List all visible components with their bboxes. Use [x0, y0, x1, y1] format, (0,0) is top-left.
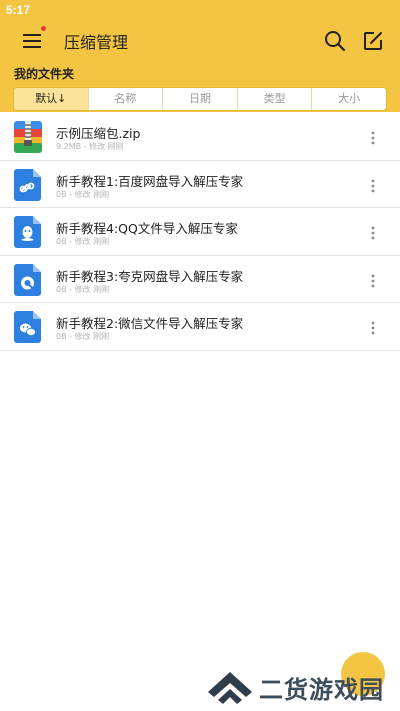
header: 5:17 压缩管理 我的文件夹 默认↓ 名称 日期 类型 大小 — [0, 0, 400, 112]
file-row[interactable]: 新手教程2:微信文件导入解压专家 0B - 修改 刚刚 — [0, 303, 400, 351]
file-row[interactable]: 示例压缩包.zip 9.2MB - 修改 刚刚 — [0, 113, 400, 161]
status-bar-time: 5:17 — [6, 3, 31, 17]
file-meta: 0B - 修改 刚刚 — [56, 284, 110, 294]
file-row[interactable]: 新手教程3:夸克网盘导入解压专家 0B - 修改 刚刚 — [0, 256, 400, 303]
file-name: 示例压缩包.zip — [56, 126, 141, 141]
hamburger-menu-icon — [23, 34, 41, 48]
search-icon — [325, 31, 346, 52]
sort-tab-name[interactable]: 名称 — [87, 88, 163, 110]
sort-tab-default[interactable]: 默认↓ — [14, 88, 88, 110]
more-vertical-icon — [371, 321, 375, 335]
file-name: 新手教程1:百度网盘导入解压专家 — [56, 173, 244, 189]
file-meta: 0B - 修改 刚刚 — [56, 332, 110, 341]
watermark-logo-icon — [208, 672, 252, 704]
file-meta: 0B - 修改 刚刚 — [56, 189, 110, 199]
sort-tab-type[interactable]: 类型 — [236, 88, 312, 110]
sort-tab-date[interactable]: 日期 — [162, 88, 237, 110]
file-name: 新手教程3:夸克网盘导入解压专家 — [56, 268, 244, 284]
notification-dot — [41, 26, 46, 31]
file-meta: 9.2MB - 修改 刚刚 — [56, 142, 124, 151]
more-vertical-icon — [371, 274, 375, 287]
file-meta: 0B - 修改 刚刚 — [56, 237, 110, 246]
app-bar: 压缩管理 — [0, 20, 400, 62]
baidu-netdisk-icon — [14, 168, 42, 201]
edit-button[interactable] — [360, 28, 386, 54]
more-options-button[interactable] — [368, 178, 378, 192]
file-name: 新手教程4:QQ文件导入解压专家 — [56, 221, 238, 236]
page-title: 压缩管理 — [64, 33, 129, 52]
more-options-button[interactable] — [368, 130, 378, 145]
file-row[interactable]: 新手教程1:百度网盘导入解压专家 0B - 修改 刚刚 — [0, 161, 400, 208]
folder-label: 我的文件夹 — [14, 67, 75, 81]
more-vertical-icon — [371, 179, 375, 192]
watermark: 二货游戏园 — [205, 664, 395, 706]
sort-tabs: 默认↓ 名称 日期 类型 大小 — [13, 87, 387, 111]
sort-tab-size[interactable]: 大小 — [311, 88, 386, 110]
file-list: 示例压缩包.zip 9.2MB - 修改 刚刚 新手教程1:百度网盘导入解压专家… — [0, 113, 400, 351]
quark-netdisk-icon — [14, 263, 42, 296]
menu-button[interactable] — [18, 28, 48, 54]
watermark-text: 二货游戏园 — [259, 676, 384, 704]
edit-icon — [364, 32, 382, 50]
more-options-button[interactable] — [368, 225, 378, 240]
search-button[interactable] — [322, 28, 348, 54]
file-name: 新手教程2:微信文件导入解压专家 — [56, 316, 244, 331]
more-options-button[interactable] — [368, 273, 378, 287]
more-vertical-icon — [371, 131, 375, 145]
qq-icon — [14, 216, 42, 248]
more-vertical-icon — [371, 226, 375, 240]
file-row[interactable]: 新手教程4:QQ文件导入解压专家 0B - 修改 刚刚 — [0, 208, 400, 256]
more-options-button[interactable] — [368, 320, 378, 335]
wechat-icon — [14, 311, 42, 343]
zip-archive-icon — [14, 121, 42, 153]
